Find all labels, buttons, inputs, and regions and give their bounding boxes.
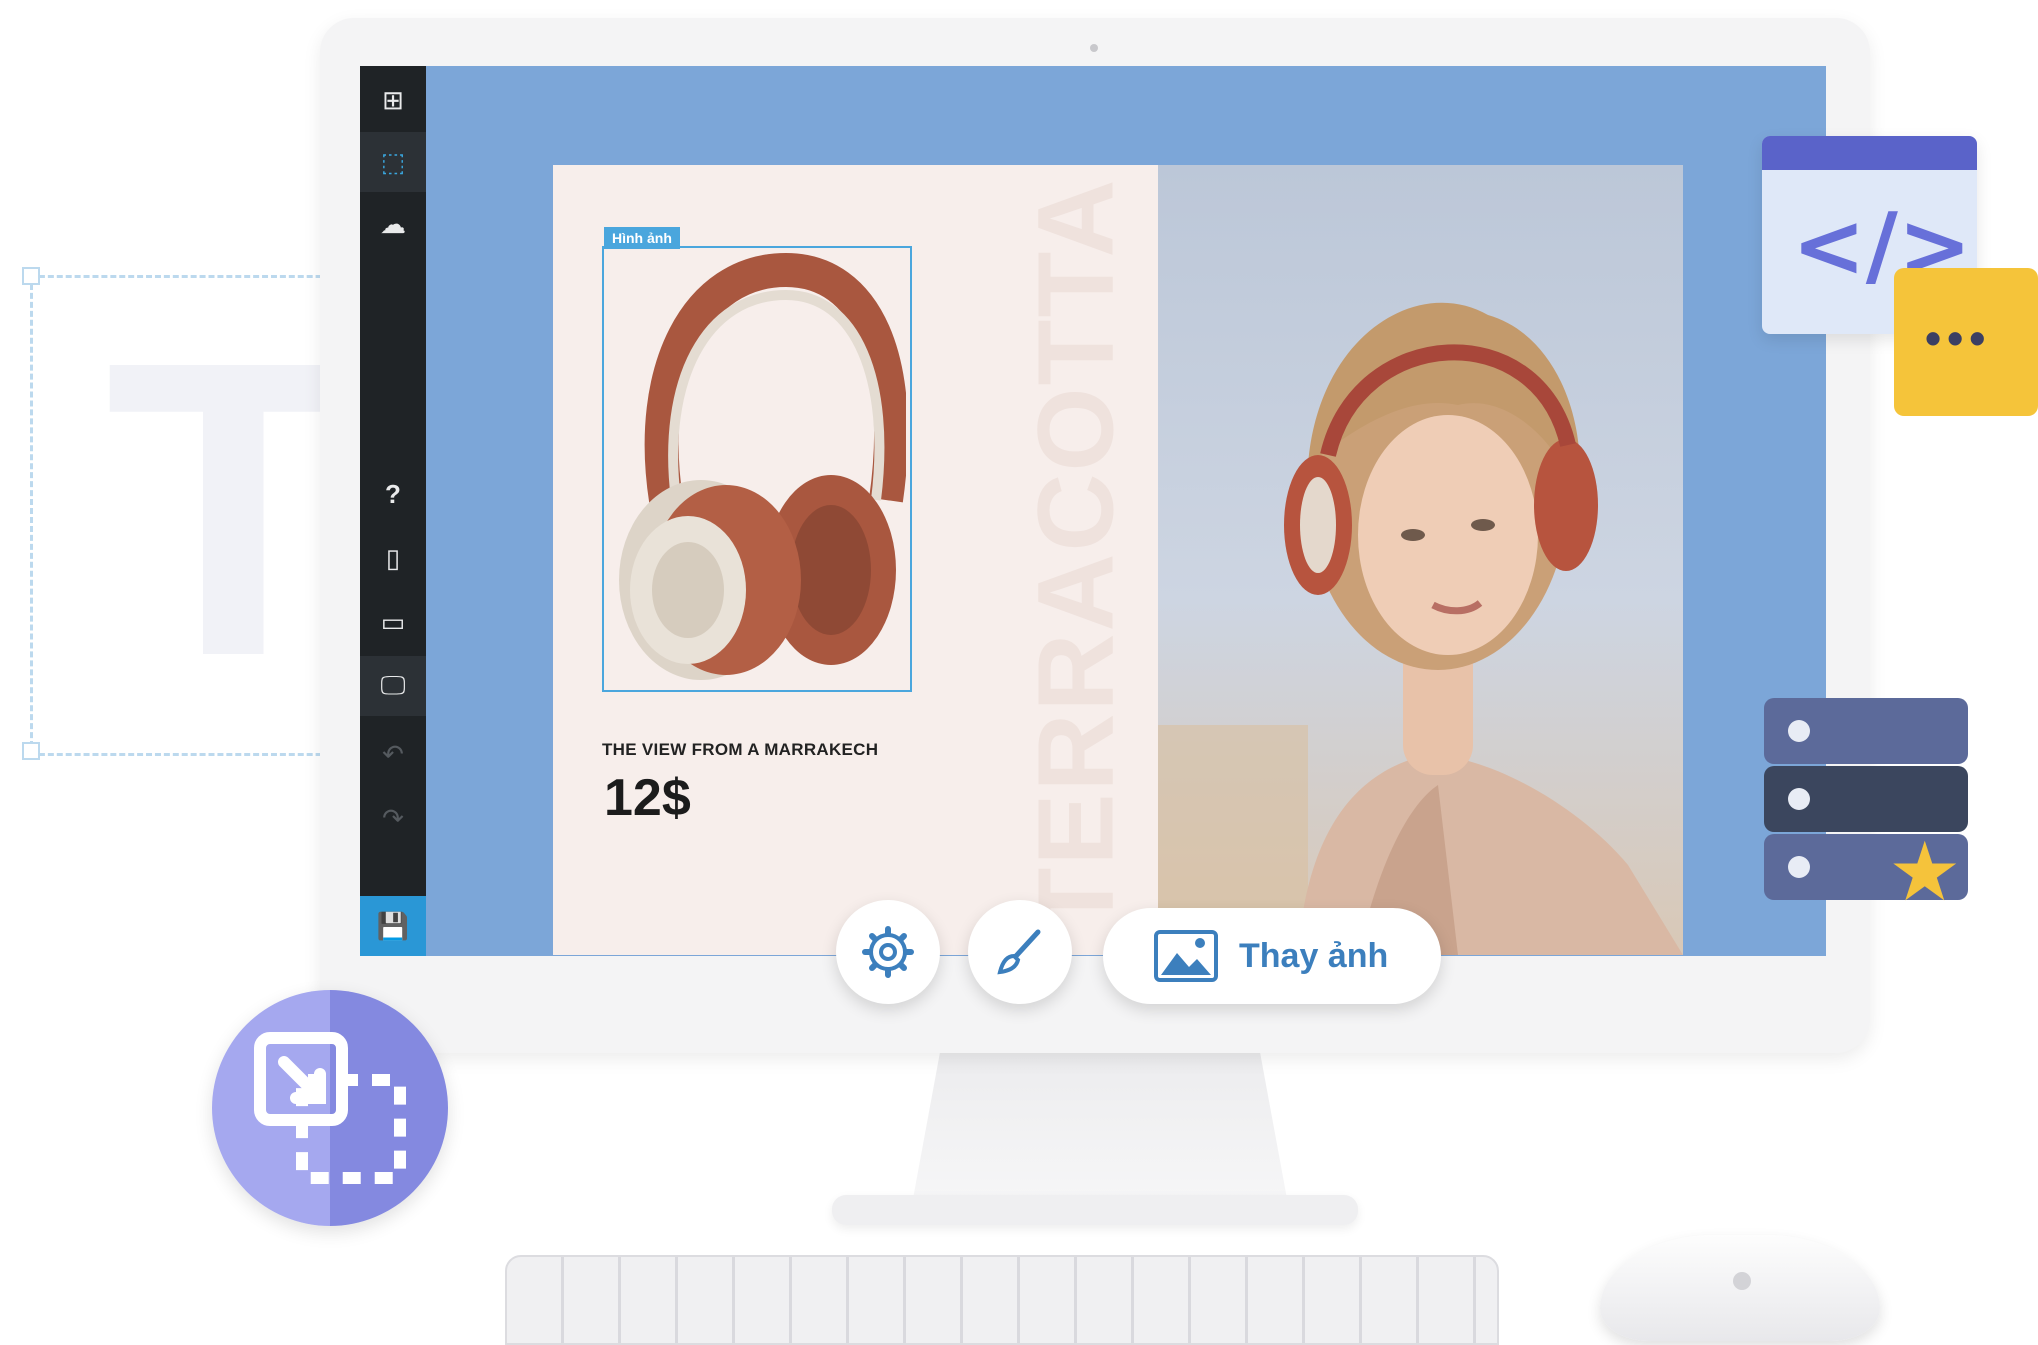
mobile-view-icon[interactable]: ▯	[360, 528, 426, 588]
brush-icon	[997, 929, 1041, 975]
tablet-view-icon[interactable]: ▭	[360, 592, 426, 652]
server-unit	[1764, 766, 1968, 832]
server-led	[1788, 788, 1810, 810]
keyboard	[505, 1255, 1499, 1345]
server-led	[1788, 856, 1810, 878]
resize-icon	[254, 1032, 406, 1184]
server-unit	[1764, 698, 1968, 764]
selection-handle	[22, 742, 40, 760]
cloud-upload-icon[interactable]: ☁	[360, 194, 426, 254]
code-window-titlebar	[1762, 136, 1977, 170]
vertical-heading: TERRACOTTA	[1014, 177, 1136, 933]
selection-handle	[22, 267, 40, 285]
product-price: 12$	[604, 769, 691, 827]
image-icon	[1154, 930, 1218, 982]
model-photo[interactable]	[1158, 165, 1683, 955]
style-brush-button[interactable]	[968, 900, 1072, 1004]
monitor-camera	[1090, 44, 1098, 52]
model-photo-illustration	[1158, 302, 1683, 955]
star-icon: ★	[1888, 827, 1962, 918]
editor-sidebar: ⊞ ⬚ ☁ ? ▯ ▭ 🖵 ↶ ↷ 💾	[360, 66, 426, 956]
monitor-stand-base	[832, 1195, 1358, 1225]
server-led	[1788, 720, 1810, 742]
monitor-stand-neck	[910, 1050, 1290, 1215]
desktop-view-icon[interactable]: 🖵	[360, 656, 426, 716]
gear-icon	[862, 926, 914, 978]
product-title: THE VIEW FROM A MARRAKECH	[602, 740, 879, 759]
settings-button[interactable]	[836, 900, 940, 1004]
save-icon[interactable]: 💾	[360, 896, 426, 956]
element-type-tag: Hình ảnh	[604, 227, 680, 249]
resize-badge	[212, 990, 448, 1226]
undo-icon[interactable]: ↶	[360, 724, 426, 784]
chat-dots: •••	[1925, 312, 1992, 364]
add-element-icon[interactable]: ⊞	[360, 70, 426, 130]
select-element-icon[interactable]: ⬚	[360, 132, 426, 192]
redo-icon[interactable]: ↷	[360, 788, 426, 848]
mouse-logo	[1733, 1272, 1751, 1290]
replace-image-label: Thay ảnh	[1239, 936, 1389, 975]
help-icon[interactable]: ?	[360, 464, 426, 524]
replace-image-button[interactable]: Thay ảnh	[1103, 908, 1441, 1004]
selected-element-frame[interactable]	[602, 246, 912, 692]
